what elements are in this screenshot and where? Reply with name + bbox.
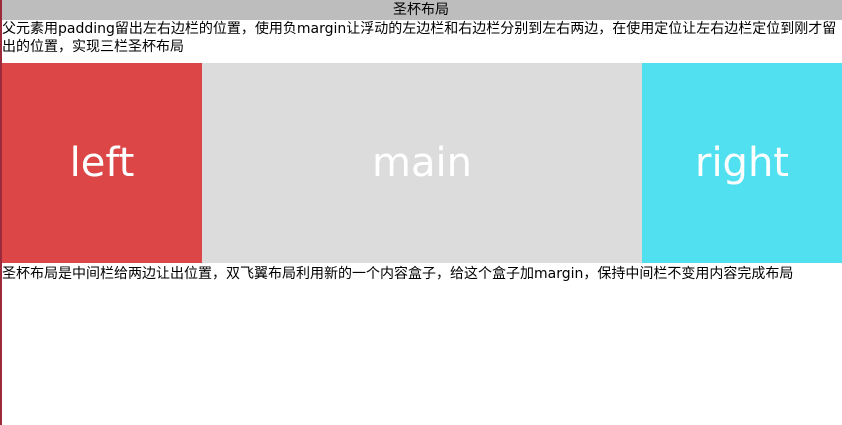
page-title: 圣杯布局 — [0, 0, 842, 20]
left-column: left — [2, 63, 202, 263]
three-column-container: left main right — [2, 63, 842, 263]
right-column: right — [642, 63, 842, 263]
footer-note: 圣杯布局是中间栏给两边让出位置，双飞翼布局利用新的一个内容盒子，给这个盒子加ma… — [2, 266, 794, 282]
left-column-label: left — [69, 140, 135, 186]
main-column-label: main — [372, 140, 472, 186]
layout-description: 父元素用padding留出左右边栏的位置，使用负margin让浮动的左边栏和右边… — [2, 21, 837, 55]
main-column: main — [202, 63, 642, 263]
right-column-label: right — [695, 140, 789, 186]
